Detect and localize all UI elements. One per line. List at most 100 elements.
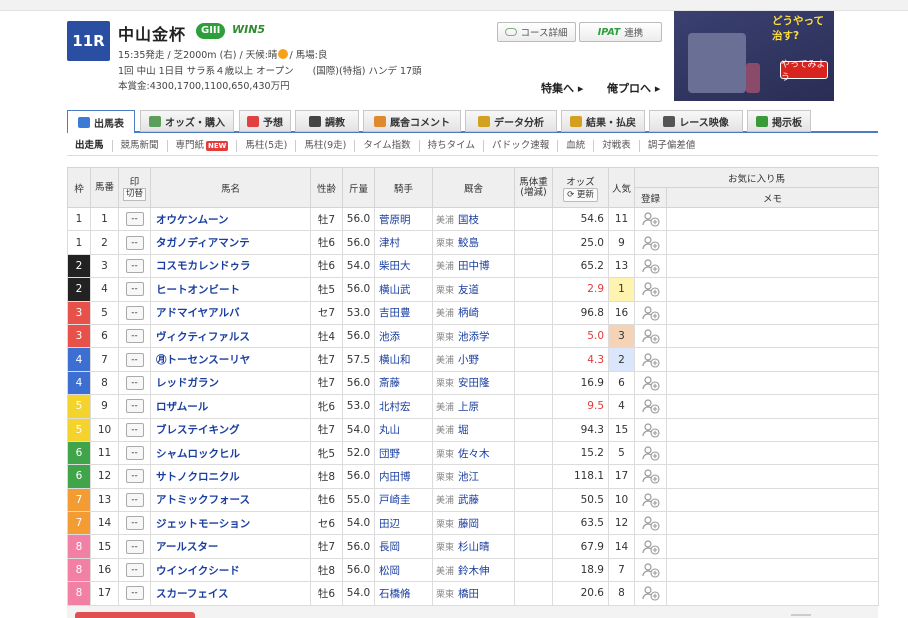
mark-select[interactable]: -- (125, 352, 144, 367)
tab-3[interactable]: 予想 (239, 110, 291, 132)
memo-cell[interactable] (665, 347, 880, 372)
memo-cell[interactable] (665, 557, 880, 583)
memo-cell[interactable] (665, 534, 880, 559)
memo-cell[interactable] (665, 300, 880, 325)
memo-cell[interactable] (665, 440, 880, 466)
subnav-item-7[interactable]: 持ちタイム (420, 140, 484, 152)
add-favorite-icon[interactable] (641, 398, 660, 414)
memo-cell[interactable] (665, 464, 880, 489)
mark-select[interactable]: -- (125, 305, 144, 320)
subnav-item-11[interactable]: 調子偏差値 (640, 140, 704, 152)
mark-select[interactable]: -- (125, 539, 144, 554)
horse-name-link[interactable]: ヴィクティファルス (150, 323, 311, 349)
course-detail-button[interactable]: コース詳細 (497, 22, 576, 42)
jockey-link[interactable]: 津村 (374, 230, 433, 255)
add-favorite-icon[interactable] (641, 235, 660, 251)
horse-name-link[interactable]: レッドガラン (150, 370, 311, 396)
memo-cell[interactable] (665, 323, 880, 349)
horse-name-link[interactable]: ブレステイキング (150, 417, 311, 442)
memo-cell[interactable] (665, 230, 880, 255)
add-favorite-icon[interactable] (641, 468, 660, 485)
trainer-link[interactable]: 池添学 (458, 331, 490, 343)
odds-update-button[interactable]: ⟳ 更新 (563, 187, 598, 202)
mark-select[interactable]: -- (125, 446, 144, 461)
footer-red-tab[interactable] (75, 612, 195, 618)
mark-select[interactable]: -- (125, 422, 144, 437)
add-favorite-icon[interactable] (641, 585, 660, 601)
trainer-link[interactable]: 藤岡 (458, 518, 479, 530)
trainer-link[interactable]: 柄崎 (458, 307, 479, 319)
memo-cell[interactable] (665, 206, 880, 232)
add-favorite-icon[interactable] (641, 258, 660, 274)
memo-cell[interactable] (665, 394, 880, 419)
tab-8[interactable]: レース映像 (649, 110, 743, 132)
trainer-link[interactable]: 小野 (458, 354, 479, 366)
jockey-link[interactable]: 松岡 (374, 557, 433, 583)
tab-4[interactable]: 調教 (295, 110, 359, 132)
mark-select[interactable]: -- (125, 563, 144, 578)
tab-2[interactable]: オッズ・購入 (140, 110, 234, 132)
mark-select[interactable]: -- (125, 375, 144, 390)
memo-cell[interactable] (665, 370, 880, 396)
tab-7[interactable]: 結果・払戻 (561, 110, 645, 132)
horse-name-link[interactable]: ㊊トーセンスーリヤ (150, 347, 311, 372)
trainer-link[interactable]: 池江 (458, 471, 479, 483)
trainer-link[interactable]: 鈴木伸 (458, 565, 490, 577)
mark-select[interactable]: -- (125, 329, 144, 344)
mark-select[interactable]: -- (125, 516, 144, 531)
horse-name-link[interactable]: アドマイヤアルバ (150, 300, 311, 325)
trainer-link[interactable]: 杉山晴 (458, 541, 490, 553)
horse-name-link[interactable]: サトノクロニクル (150, 464, 311, 489)
trainer-link[interactable]: 武藤 (458, 494, 479, 506)
add-favorite-icon[interactable] (641, 328, 660, 344)
jockey-link[interactable]: 田辺 (374, 511, 433, 536)
jockey-link[interactable]: 柴田大 (374, 253, 433, 279)
add-favorite-icon[interactable] (641, 281, 660, 297)
memo-cell[interactable] (665, 511, 880, 536)
add-favorite-icon[interactable] (641, 211, 660, 227)
tab-9[interactable]: 掲示板 (747, 110, 811, 132)
jockey-link[interactable]: 池添 (374, 323, 433, 349)
subnav-item-6[interactable]: タイム指数 (355, 140, 420, 152)
add-favorite-icon[interactable] (641, 562, 660, 578)
trainer-link[interactable]: 国枝 (458, 214, 479, 226)
horse-name-link[interactable]: シャムロックヒル (150, 440, 311, 466)
trainer-link[interactable]: 堀 (458, 424, 469, 436)
add-favorite-icon[interactable] (641, 515, 660, 531)
jockey-link[interactable]: 石橋脩 (374, 581, 433, 606)
add-favorite-icon[interactable] (641, 445, 660, 461)
jockey-link[interactable]: 北村宏 (374, 394, 433, 419)
memo-cell[interactable] (665, 417, 880, 442)
trainer-link[interactable]: 鮫島 (458, 237, 479, 249)
mark-select[interactable]: -- (125, 212, 144, 227)
jockey-link[interactable]: 吉田豊 (374, 300, 433, 325)
memo-cell[interactable] (665, 581, 880, 606)
memo-cell[interactable] (665, 487, 880, 513)
jockey-link[interactable]: 菅原明 (374, 206, 433, 232)
mark-select[interactable]: -- (125, 235, 144, 250)
mark-select[interactable]: -- (125, 586, 144, 601)
horse-name-link[interactable]: アールスター (150, 534, 311, 559)
jockey-link[interactable]: 戸崎圭 (374, 487, 433, 513)
mark-switch-button[interactable]: 切替 (122, 188, 146, 201)
subnav-item-4[interactable]: 馬柱(5走) (237, 140, 297, 152)
horse-name-link[interactable]: スカーフェイス (150, 581, 311, 606)
memo-cell[interactable] (665, 253, 880, 279)
col-odds-label[interactable]: オッズ (553, 174, 608, 188)
horse-name-link[interactable]: アトミックフォース (150, 487, 311, 513)
tab-1[interactable]: 出馬表 (67, 110, 135, 133)
trainer-link[interactable]: 友道 (458, 284, 479, 296)
horse-name-link[interactable]: ロザムール (150, 394, 311, 419)
subnav-item-8[interactable]: パドック速報 (484, 140, 559, 152)
trainer-link[interactable]: 安田隆 (458, 377, 490, 389)
subnav-item-3[interactable]: 専門紙 NEW (168, 140, 238, 152)
trainer-link[interactable]: 田中博 (458, 260, 490, 272)
jockey-link[interactable]: 長岡 (374, 534, 433, 559)
mark-select[interactable]: -- (125, 258, 144, 273)
trainer-link[interactable]: 橋田 (458, 588, 479, 600)
jockey-link[interactable]: 横山武 (374, 277, 433, 302)
col-weight[interactable]: 斤量 (342, 167, 375, 208)
race-name[interactable]: 中山金杯 (118, 21, 186, 45)
subnav-item-9[interactable]: 血統 (558, 140, 595, 152)
add-favorite-icon[interactable] (641, 492, 660, 508)
